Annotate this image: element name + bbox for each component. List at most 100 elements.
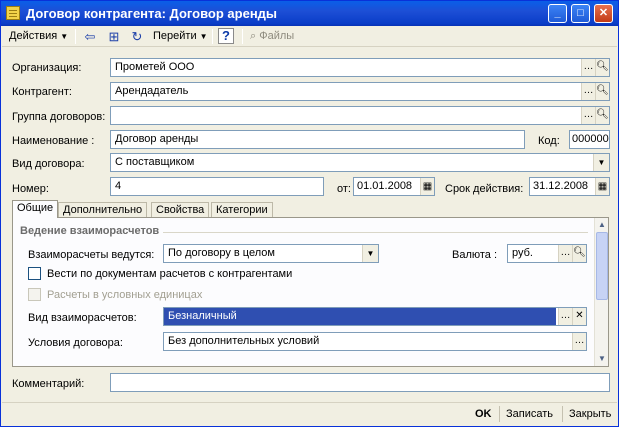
settle-kind-field[interactable]: Безналичный … ✕ bbox=[163, 307, 587, 326]
document-icon bbox=[6, 6, 20, 20]
group-field[interactable]: … 🔍︎ bbox=[110, 106, 610, 125]
currency-label: Валюта : bbox=[452, 249, 498, 261]
close-button[interactable]: ✕ bbox=[594, 4, 613, 23]
divider bbox=[163, 232, 588, 233]
open-icon[interactable]: 🔍︎ bbox=[595, 107, 609, 124]
actions-label: Действия bbox=[9, 30, 58, 42]
open-icon[interactable]: 🔍︎ bbox=[572, 245, 586, 262]
name-label: Наименование : bbox=[12, 135, 95, 147]
group-label: Группа договоров: bbox=[12, 111, 106, 123]
contr-label: Контрагент: bbox=[12, 86, 72, 98]
ok-button[interactable]: OK bbox=[475, 407, 492, 421]
scroll-thumb[interactable] bbox=[596, 232, 608, 300]
open-icon[interactable]: 🔍︎ bbox=[595, 83, 609, 100]
num-value: 4 bbox=[115, 180, 122, 192]
paperclip-icon: ⌕ bbox=[250, 30, 257, 42]
org-label: Организация: bbox=[12, 62, 82, 74]
terms-value: Без дополнительных условий bbox=[168, 335, 320, 347]
section-title: Ведение взаиморасчетов bbox=[20, 225, 160, 237]
minimize-button[interactable]: _ bbox=[548, 4, 567, 23]
from-date-field[interactable]: 01.01.2008 ▦ bbox=[353, 177, 435, 196]
maximize-button[interactable]: □ bbox=[571, 4, 590, 23]
tab-categories[interactable]: Категории bbox=[211, 202, 273, 218]
scroll-up-icon[interactable]: ▲ bbox=[596, 219, 608, 231]
contr-field[interactable]: Арендадатель … 🔍︎ bbox=[110, 82, 610, 101]
tab-general[interactable]: Общие bbox=[12, 200, 59, 218]
close-form-button[interactable]: Закрыть bbox=[569, 407, 611, 421]
settlement-label: Взаиморасчеты ведутся: bbox=[28, 249, 155, 261]
select-button[interactable]: … bbox=[581, 83, 595, 100]
chevron-down-icon[interactable]: ▼ bbox=[362, 245, 378, 262]
name-field[interactable]: Договор аренды bbox=[110, 130, 525, 149]
panel-scrollbar[interactable]: ▲ ▼ bbox=[594, 218, 608, 366]
chevron-down-icon[interactable]: ▼ bbox=[593, 154, 609, 171]
contract-window: Договор контрагента: Договор аренды _ □ … bbox=[0, 0, 619, 427]
from-label: от: bbox=[337, 183, 351, 195]
files-label: Файлы bbox=[259, 30, 295, 42]
window-title: Договор контрагента: Договор аренды bbox=[26, 6, 278, 21]
terms-field[interactable]: Без дополнительных условий … bbox=[163, 332, 587, 351]
toolbar-separator bbox=[75, 29, 76, 44]
goto-label: Перейти bbox=[153, 30, 197, 42]
tab-additional[interactable]: Дополнительно bbox=[58, 202, 148, 218]
chevron-down-icon: ▼ bbox=[199, 32, 208, 41]
clear-icon[interactable]: ✕ bbox=[572, 308, 586, 325]
actions-menu[interactable]: Действия ▼ bbox=[9, 28, 68, 45]
scroll-down-icon[interactable]: ▼ bbox=[596, 353, 608, 365]
structure-icon[interactable]: ⊞ bbox=[105, 28, 123, 45]
toolbar: Действия ▼ ⇦ ⊞ ↻ Перейти ▼ ? ⌕ Файлы bbox=[2, 26, 617, 47]
conv-units-label: Расчеты в условных единицах bbox=[47, 289, 203, 301]
tab-panel-general: Ведение взаиморасчетов Взаиморасчеты вед… bbox=[12, 217, 609, 367]
toolbar-separator bbox=[242, 29, 243, 44]
chevron-down-icon: ▼ bbox=[60, 32, 69, 41]
settle-kind-label: Вид взаиморасчетов: bbox=[28, 312, 137, 324]
settlement-select[interactable]: По договору в целом ▼ bbox=[163, 244, 379, 263]
select-button[interactable]: … bbox=[581, 59, 595, 76]
select-button[interactable]: … bbox=[572, 333, 586, 350]
footer-bar: OK Записать Закрыть bbox=[2, 402, 617, 424]
name-value: Договор аренды bbox=[115, 133, 199, 145]
by-docs-label: Вести по документам расчетов с контраген… bbox=[47, 268, 293, 280]
tab-properties[interactable]: Свойства bbox=[151, 202, 210, 218]
num-field[interactable]: 4 bbox=[110, 177, 324, 196]
valid-date-value: 31.12.2008 bbox=[533, 180, 589, 192]
footer-separator bbox=[562, 406, 563, 422]
currency-field[interactable]: руб. … 🔍︎ bbox=[507, 244, 587, 263]
num-label: Номер: bbox=[12, 183, 49, 195]
org-field[interactable]: Прометей ООО … 🔍︎ bbox=[110, 58, 610, 77]
contr-value: Арендадатель bbox=[115, 85, 189, 97]
settlement-value: По договору в целом bbox=[168, 247, 275, 259]
type-select[interactable]: С поставщиком ▼ bbox=[110, 153, 610, 172]
code-value: 000000 bbox=[572, 133, 609, 145]
goto-menu[interactable]: Перейти ▼ bbox=[153, 28, 208, 45]
refresh-icon[interactable]: ↻ bbox=[128, 28, 146, 45]
org-value: Прометей ООО bbox=[115, 61, 195, 73]
calendar-icon[interactable]: ▦ bbox=[420, 178, 434, 195]
toolbar-separator bbox=[212, 29, 213, 44]
files-button[interactable]: ⌕ Файлы bbox=[250, 28, 294, 45]
select-button[interactable]: … bbox=[558, 245, 572, 262]
by-docs-checkbox[interactable] bbox=[28, 267, 41, 280]
open-icon[interactable]: 🔍︎ bbox=[595, 59, 609, 76]
calendar-icon[interactable]: ▦ bbox=[595, 178, 609, 195]
help-button[interactable]: ? bbox=[218, 28, 234, 44]
select-button[interactable]: … bbox=[581, 107, 595, 124]
select-button[interactable]: … bbox=[558, 308, 572, 325]
currency-value: руб. bbox=[512, 247, 533, 259]
go-back-icon[interactable]: ⇦ bbox=[81, 28, 99, 45]
type-label: Вид договора: bbox=[12, 158, 85, 170]
footer-separator bbox=[499, 406, 500, 422]
code-label: Код: bbox=[538, 135, 560, 147]
code-field[interactable]: 000000 bbox=[569, 130, 610, 149]
terms-label: Условия договора: bbox=[28, 337, 123, 349]
from-date-value: 01.01.2008 bbox=[357, 180, 413, 192]
write-button[interactable]: Записать bbox=[506, 407, 553, 421]
comment-field[interactable] bbox=[110, 373, 610, 392]
conv-units-checkbox[interactable] bbox=[28, 288, 41, 301]
type-value: С поставщиком bbox=[115, 156, 195, 168]
comment-label: Комментарий: bbox=[12, 378, 85, 390]
valid-label: Срок действия: bbox=[445, 183, 524, 195]
settle-kind-value: Безналичный bbox=[164, 308, 556, 325]
title-bar: Договор контрагента: Договор аренды _ □ … bbox=[1, 1, 618, 26]
valid-date-field[interactable]: 31.12.2008 ▦ bbox=[529, 177, 610, 196]
